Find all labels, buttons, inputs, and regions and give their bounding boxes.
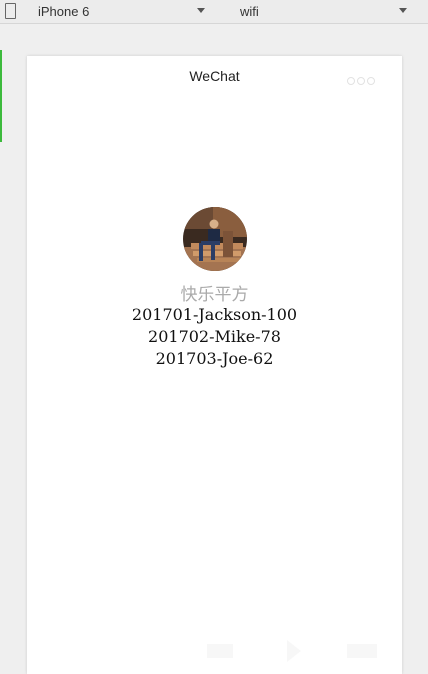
chevron-down-icon[interactable]	[197, 8, 205, 13]
faint-overlay	[207, 640, 377, 662]
network-select[interactable]: wifi	[240, 4, 259, 19]
page-title: WeChat	[189, 68, 240, 84]
nickname: 快乐平方	[180, 285, 249, 305]
avatar	[183, 207, 247, 271]
simulator-toolbar: iPhone 6 wifi	[0, 0, 428, 24]
device-phone-icon[interactable]	[5, 3, 16, 19]
chevron-down-icon[interactable]	[399, 8, 407, 13]
list-item: 201703-Joe-62	[155, 349, 274, 368]
list-item: 201702-Mike-78	[148, 327, 281, 346]
more-dots-icon[interactable]	[347, 70, 383, 85]
phone-screen: WeChat 快乐平方 201701-Jackson-100 201702-Mi…	[27, 56, 402, 674]
list-item: 201701-Jackson-100	[131, 305, 298, 324]
record-list: 201701-Jackson-100 201702-Mike-78 201703…	[27, 304, 402, 370]
active-indicator	[0, 50, 2, 142]
device-select[interactable]: iPhone 6	[38, 4, 89, 19]
